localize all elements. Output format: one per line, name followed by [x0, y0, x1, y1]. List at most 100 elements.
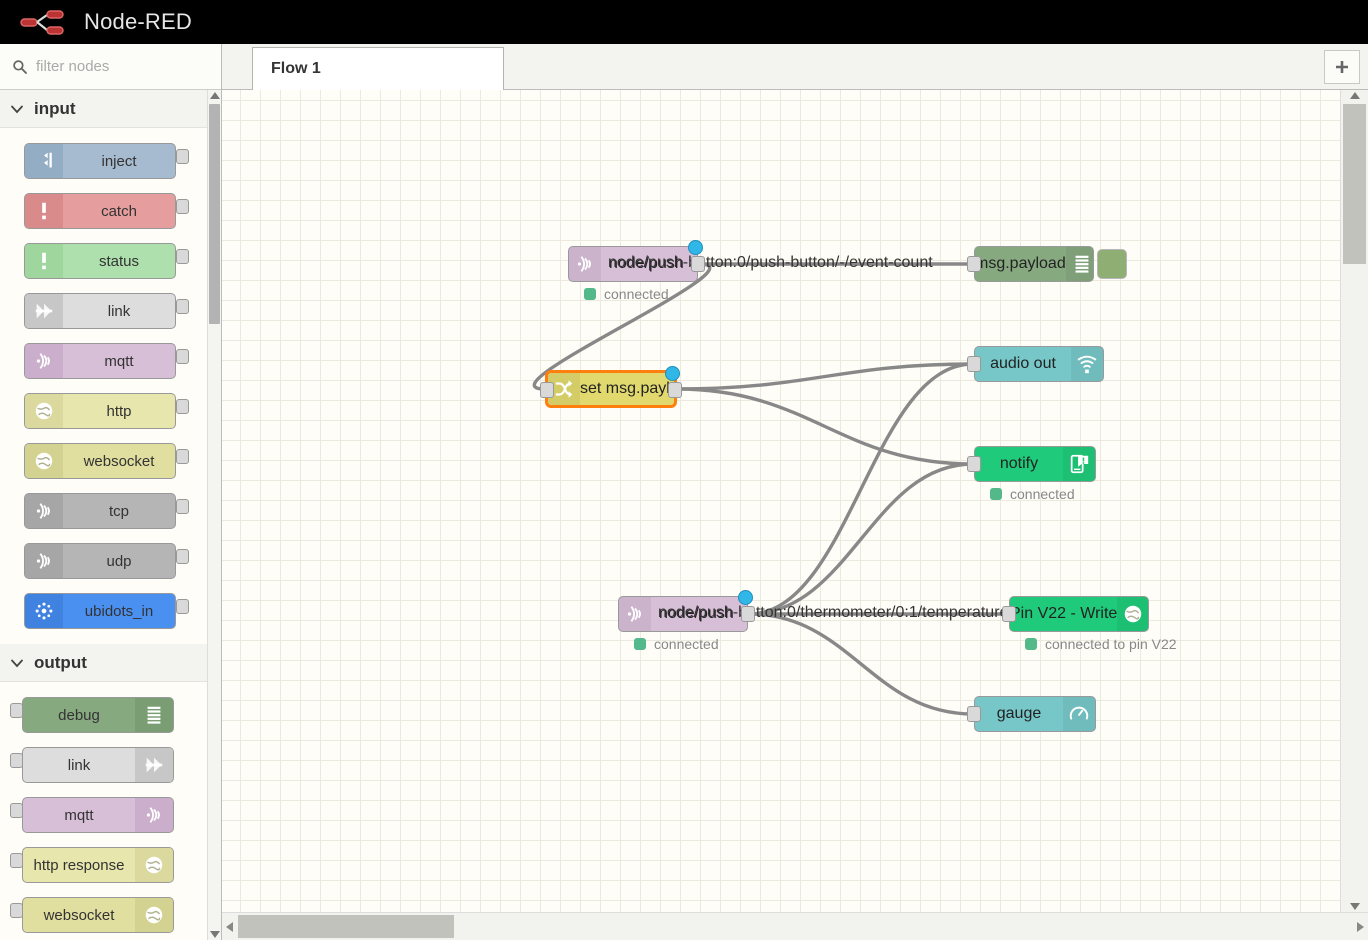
flow-node-icon-slot [619, 597, 651, 631]
wire-set-msg-payload-to-notify[interactable] [675, 387, 975, 466]
palette-node-icon-slot [25, 194, 63, 228]
palette-node-link[interactable]: link [0, 740, 221, 790]
flow-node-icon-slot [569, 247, 601, 281]
node-red-logo-icon[interactable] [20, 7, 72, 37]
status-text: connected [1010, 486, 1075, 502]
flow-node-push-event-count[interactable]: node/push [568, 240, 705, 282]
search-input[interactable] [34, 57, 208, 76]
palette-node-udp[interactable]: udp [0, 536, 221, 586]
scroll-left-arrow-icon[interactable] [226, 922, 233, 932]
palette-node-box[interactable]: mqtt [24, 343, 176, 379]
mqtt-wave-icon [146, 807, 160, 823]
canvas-vscroll-thumb[interactable] [1343, 104, 1366, 264]
palette-node-debug[interactable]: debug [0, 690, 221, 740]
palette-node-box[interactable]: catch [24, 193, 176, 229]
palette-node-box[interactable]: websocket [24, 443, 176, 479]
flow-node-label: notify [999, 455, 1039, 472]
flow-node-body: audio out [975, 347, 1103, 381]
flow-node-status: connected [584, 286, 669, 302]
flow-node-input-port[interactable] [967, 256, 981, 272]
palette-node-box[interactable]: debug [22, 697, 174, 733]
palette-node-box[interactable]: link [22, 747, 174, 783]
mqtt-wave-icon [627, 606, 641, 622]
tab-flow-1[interactable]: Flow 1 [252, 47, 504, 90]
palette-category-output[interactable]: output [0, 644, 221, 682]
flow-node-button-dot[interactable] [665, 366, 680, 381]
palette-node-box[interactable]: status [24, 243, 176, 279]
palette-node-http[interactable]: http [0, 386, 221, 436]
palette-node-box[interactable]: inject [24, 143, 176, 179]
canvas-hscroll-thumb[interactable] [238, 915, 454, 938]
flow-node-push-temperature[interactable]: node/push [618, 590, 755, 632]
palette-node-port [176, 349, 189, 364]
scroll-right-arrow-icon[interactable] [1357, 922, 1364, 932]
flow-node-input-port[interactable] [967, 356, 981, 372]
palette-node-ubidots-in[interactable]: ubidots_in [0, 586, 221, 636]
palette-node-icon-slot [135, 698, 173, 732]
flow-node-pin-v22-write[interactable]: Pin V22 - Write [1002, 596, 1149, 632]
flow-node-input-port[interactable] [967, 456, 981, 472]
flow-node-debug-msg-payload[interactable]: msg.payload [967, 246, 1127, 282]
wire-push-temperature-to-gauge[interactable] [747, 612, 975, 716]
palette-node-box[interactable]: udp [24, 543, 176, 579]
palette-node-http-response[interactable]: http response [0, 840, 221, 890]
palette-node-inject[interactable]: inject [0, 136, 221, 186]
palette-node-label: inject [101, 152, 137, 170]
tab-label: Flow 1 [271, 60, 321, 77]
palette-category-input[interactable]: input [0, 90, 221, 128]
flow-node-audio-out[interactable]: audio out [967, 346, 1104, 382]
palette-node-websocket[interactable]: websocket [0, 890, 221, 940]
flow-node-button-dot[interactable] [738, 590, 753, 605]
scroll-down-arrow-icon[interactable] [1350, 903, 1360, 910]
add-flow-button[interactable] [1324, 50, 1360, 84]
status-text: connected [604, 286, 669, 302]
status-text: connected [654, 636, 719, 652]
palette-node-mqtt[interactable]: mqtt [0, 336, 221, 386]
palette-node-port [10, 853, 23, 868]
palette-node-catch[interactable]: catch [0, 186, 221, 236]
scroll-down-arrow-icon[interactable] [210, 931, 220, 938]
palette-node-mqtt[interactable]: mqtt [0, 790, 221, 840]
flow-node-set-msg-payload[interactable]: set msg.payload [540, 366, 682, 407]
palette-node-port [176, 449, 189, 464]
palette-scroll-thumb[interactable] [209, 104, 220, 324]
palette-node-icon-slot [135, 748, 173, 782]
wire-set-msg-payload-to-audio-out[interactable] [675, 362, 975, 391]
palette-vertical-scrollbar[interactable] [207, 90, 221, 940]
flow-node-input-port[interactable] [967, 706, 981, 722]
chevron-down-icon [11, 659, 23, 667]
palette-node-box[interactable]: http [24, 393, 176, 429]
palette-node-box[interactable]: ubidots_in [24, 593, 176, 629]
flow-node-output-port[interactable] [691, 256, 705, 272]
flow-node-label: node/push [659, 605, 734, 622]
scroll-up-arrow-icon[interactable] [1350, 92, 1360, 99]
flow-node-notify[interactable]: notify [967, 446, 1096, 482]
palette-node-tcp[interactable]: tcp [0, 486, 221, 536]
canvas-vertical-scrollbar[interactable] [1340, 90, 1368, 912]
palette-node-websocket[interactable]: websocket [0, 436, 221, 486]
flow-node-gauge[interactable]: gauge [967, 696, 1096, 732]
palette-node-icon-slot [25, 344, 63, 378]
palette-node-box[interactable]: mqtt [22, 797, 174, 833]
palette-node-box[interactable]: link [24, 293, 176, 329]
wire-push-temperature-to-audio-out[interactable] [747, 362, 975, 616]
palette-node-box[interactable]: http response [22, 847, 174, 883]
flow-node-body: gauge [975, 697, 1095, 731]
palette-node-label: mqtt [104, 352, 134, 370]
flow-node-output-port[interactable] [668, 382, 682, 398]
status-dot-icon [990, 488, 1002, 500]
palette-node-status[interactable]: status [0, 236, 221, 286]
canvas-horizontal-scrollbar[interactable] [222, 912, 1368, 940]
flow-node-input-port[interactable] [540, 382, 554, 398]
debug-enable-toggle[interactable] [1097, 249, 1127, 279]
palette-node-link[interactable]: link [0, 286, 221, 336]
globe-icon [35, 402, 53, 420]
flow-node-input-port[interactable] [1002, 606, 1016, 622]
flow-node-output-port[interactable] [741, 606, 755, 622]
flow-canvas[interactable]: node/push-button:0/push-button/-/event-c… [222, 90, 1340, 912]
palette-search-bar[interactable] [0, 44, 221, 90]
flow-node-button-dot[interactable] [688, 240, 703, 255]
scroll-up-arrow-icon[interactable] [210, 92, 220, 99]
palette-node-box[interactable]: websocket [22, 897, 174, 933]
palette-node-box[interactable]: tcp [24, 493, 176, 529]
